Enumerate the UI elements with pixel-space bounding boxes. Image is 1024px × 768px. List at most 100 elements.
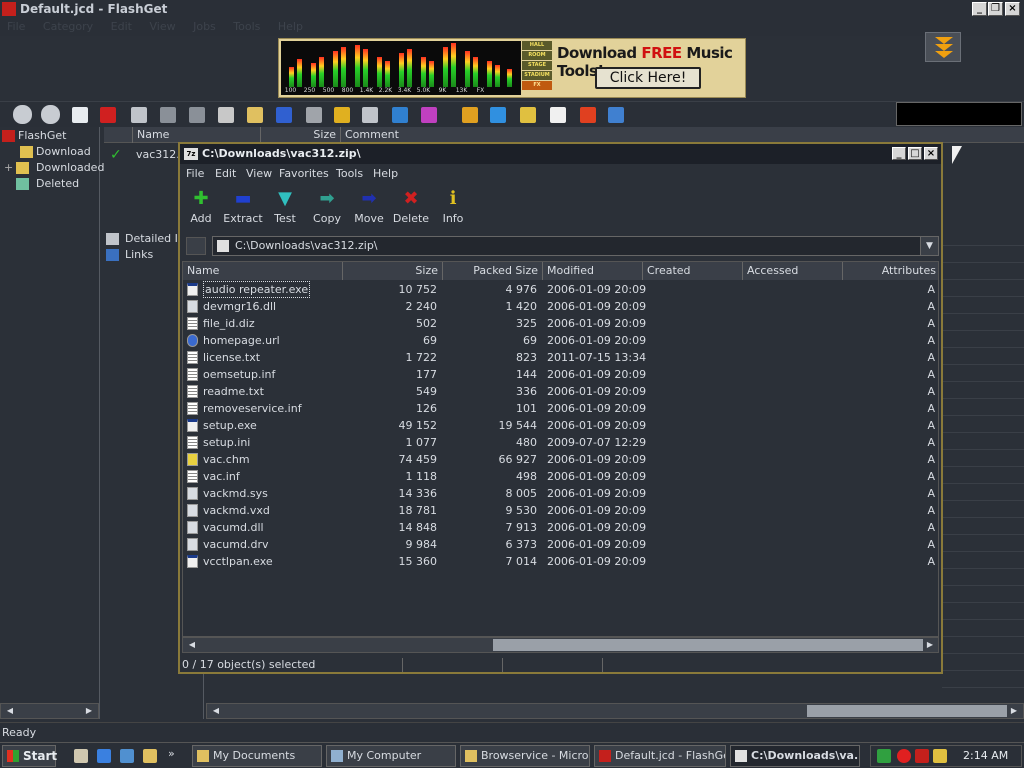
extract-button[interactable]: ▬ Extract — [222, 188, 264, 232]
internet-explorer-icon[interactable] — [97, 749, 111, 763]
menu-edit[interactable]: Edit — [104, 18, 139, 36]
start-job-icon[interactable] — [13, 105, 32, 124]
accessed-column-header[interactable]: Accessed — [743, 262, 843, 280]
7zip-title-bar[interactable]: 7z C:\Downloads\vac312.zip\ _ □ × — [180, 144, 941, 164]
table-row[interactable]: vac.chm 74 459 66 927 2006-01-09 20:09 A — [183, 451, 938, 468]
menu-tools[interactable]: Tools — [226, 18, 267, 36]
ad-banner[interactable]: 100 250 500 800 1.4K 2.2K 3.4K 5.0K 9K 13K FX HALL… — [278, 38, 746, 98]
table-row[interactable]: removeservice.inf 126 101 2006-01-09 20:09 A — [183, 400, 938, 417]
table-row[interactable]: homepage.url 69 69 2006-01-09 20:09 A — [183, 332, 938, 349]
file-list-horizontal-scrollbar[interactable]: ◀ ▶ — [182, 637, 939, 653]
table-row[interactable]: vackmd.sys 14 336 8 005 2006-01-09 20:09 A — [183, 485, 938, 502]
help-icon[interactable] — [550, 107, 566, 123]
task-my-documents[interactable]: My Documents — [192, 745, 322, 767]
start-button[interactable]: Start — [2, 745, 57, 767]
tray-flashget-icon[interactable] — [915, 749, 929, 763]
add-button[interactable]: ✚ Add — [180, 188, 222, 232]
dial-icon[interactable] — [334, 107, 350, 123]
table-row[interactable]: setup.exe 49 152 19 544 2006-01-09 20:09 A — [183, 417, 938, 434]
table-row[interactable]: setup.ini 1 077 480 2009-07-07 12:29 A — [183, 434, 938, 451]
expand-icon[interactable]: + — [4, 160, 13, 176]
comment-column-header[interactable]: Comment — [340, 127, 640, 143]
scroll-left-arrow-icon[interactable]: ◀ — [3, 705, 17, 717]
scroll-left-arrow-icon[interactable]: ◀ — [209, 705, 223, 717]
path-field[interactable]: C:\Downloads\vac312.zip\ ▼ — [212, 236, 939, 256]
attributes-column-header[interactable]: Attributes — [843, 262, 938, 280]
task-my-computer[interactable]: My Computer — [326, 745, 456, 767]
flashget-home-icon[interactable] — [580, 107, 596, 123]
table-row[interactable]: vacumd.dll 14 848 7 913 2006-01-09 20:09 A — [183, 519, 938, 536]
close-button[interactable]: × — [924, 147, 938, 160]
scrollbar-thumb[interactable] — [807, 705, 1007, 717]
minimize-button[interactable]: _ — [972, 2, 987, 16]
created-column-header[interactable]: Created — [643, 262, 743, 280]
table-row[interactable]: vacumd.drv 9 984 6 373 2006-01-09 20:09 A — [183, 536, 938, 553]
chevron-down-icon[interactable]: ▼ — [920, 237, 938, 255]
info-button[interactable]: ℹ Info — [432, 188, 474, 232]
packed-size-column-header[interactable]: Packed Size — [443, 262, 543, 280]
delete-button[interactable]: ✖ Delete — [390, 188, 432, 232]
tray-volume-icon[interactable] — [933, 749, 947, 763]
menu-edit[interactable]: Edit — [215, 164, 236, 184]
restore-button[interactable]: ❐ — [988, 2, 1003, 16]
table-row[interactable]: oemsetup.inf 177 144 2006-01-09 20:09 A — [183, 366, 938, 383]
table-row[interactable]: readme.txt 549 336 2006-01-09 20:09 A — [183, 383, 938, 400]
quicklaunch-overflow-icon[interactable]: » — [168, 747, 175, 760]
open-file-icon[interactable] — [218, 107, 234, 123]
test-button[interactable]: ▼ Test — [264, 188, 306, 232]
scroll-left-arrow-icon[interactable]: ◀ — [185, 639, 199, 651]
speed-icon[interactable] — [421, 107, 437, 123]
task-7zip[interactable]: C:\Downloads\va... — [730, 745, 860, 767]
search-icon[interactable] — [306, 107, 322, 123]
close-button[interactable]: × — [1005, 2, 1020, 16]
size-column-header[interactable]: Size — [260, 127, 340, 143]
properties-icon[interactable] — [131, 107, 147, 123]
banner-click-here-button[interactable]: Click Here! — [595, 67, 701, 89]
scroll-right-arrow-icon[interactable]: ▶ — [1007, 705, 1021, 717]
notes-icon[interactable] — [520, 107, 536, 123]
table-row[interactable]: vcctlpan.exe 15 360 7 014 2006-01-09 20:09 A — [183, 553, 938, 570]
clock[interactable]: 2:14 AM — [963, 746, 1008, 766]
task-flashget[interactable]: Default.jcd - FlashGet — [594, 745, 726, 767]
table-row[interactable]: audio repeater.exe 10 752 4 976 2006-01-09 … — [183, 281, 938, 298]
show-desktop-icon[interactable] — [74, 749, 88, 763]
menu-favorites[interactable]: Favorites — [279, 164, 329, 184]
tray-flash-icon[interactable] — [897, 749, 911, 763]
table-row[interactable]: license.txt 1 722 823 2011-07-15 13:34 A — [183, 349, 938, 366]
new-job-icon[interactable] — [72, 107, 88, 123]
menu-jobs[interactable]: Jobs — [186, 18, 223, 36]
pause-job-icon[interactable] — [41, 105, 60, 124]
menu-view[interactable]: View — [142, 18, 182, 36]
copy-button[interactable]: ➡ Copy — [306, 188, 348, 232]
maximize-button[interactable]: □ — [908, 147, 922, 160]
flashget-title-bar[interactable]: Default.jcd - FlashGet _ ❐ × — [0, 0, 1024, 18]
task-browservice[interactable]: Browservice - Micro... — [460, 745, 590, 767]
move-button[interactable]: ➡ Move — [348, 188, 390, 232]
menu-tools[interactable]: Tools — [336, 164, 363, 184]
menu-view[interactable]: View — [246, 164, 272, 184]
table-row[interactable]: devmgr16.dll 2 240 1 420 2006-01-09 20:09 A — [183, 298, 938, 315]
connection-icon[interactable] — [462, 107, 478, 123]
delete-job-icon[interactable] — [100, 107, 116, 123]
name-column-header[interactable]: Name — [183, 262, 343, 280]
scroll-right-arrow-icon[interactable]: ▶ — [923, 639, 937, 651]
open-folder-icon[interactable] — [247, 107, 263, 123]
size-column-header[interactable]: Size — [343, 262, 443, 280]
minimize-button[interactable]: _ — [892, 147, 906, 160]
move-down-icon[interactable] — [189, 107, 205, 123]
exit-icon[interactable] — [608, 107, 624, 123]
modified-column-header[interactable]: Modified — [543, 262, 643, 280]
media-player-icon[interactable] — [120, 749, 134, 763]
move-up-icon[interactable] — [160, 107, 176, 123]
explorer-icon[interactable] — [143, 749, 157, 763]
detail-horizontal-scrollbar[interactable]: ◀ ▶ — [206, 703, 1024, 719]
name-column-header[interactable]: Name — [132, 127, 260, 143]
tree-horizontal-scrollbar[interactable]: ◀ ▶ — [0, 703, 99, 719]
schedule-icon[interactable] — [362, 107, 378, 123]
menu-help[interactable]: Help — [271, 18, 310, 36]
tray-app-icon[interactable] — [877, 749, 891, 763]
menu-file[interactable]: File — [0, 18, 32, 36]
options-icon[interactable] — [490, 107, 506, 123]
scroll-right-arrow-icon[interactable]: ▶ — [82, 705, 96, 717]
import-icon[interactable] — [392, 107, 408, 123]
